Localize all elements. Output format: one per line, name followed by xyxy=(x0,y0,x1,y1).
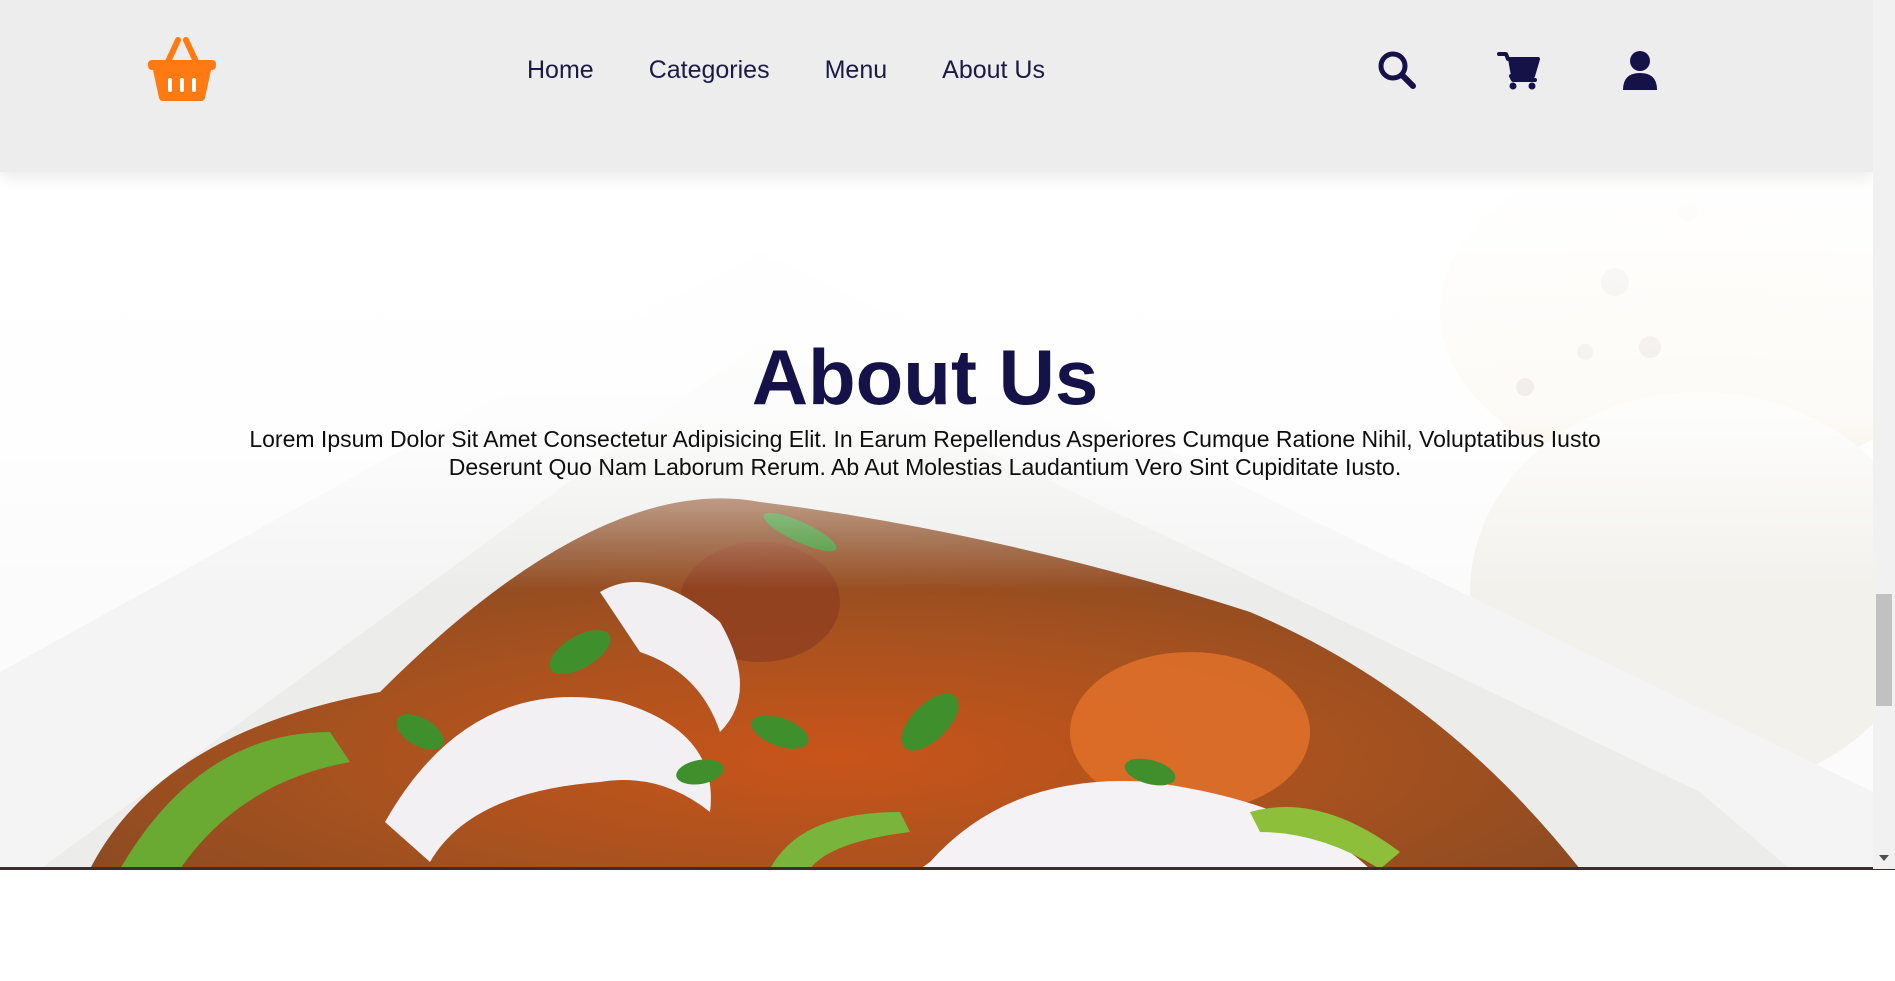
about-hero: About Us Lorem Ipsum Dolor Sit Amet Cons… xyxy=(0,172,1873,869)
logo[interactable] xyxy=(146,36,218,102)
nav-home[interactable]: Home xyxy=(527,52,594,88)
site-header: Home Categories Menu About Us xyxy=(0,0,1873,172)
search-icon xyxy=(1378,51,1416,89)
user-button[interactable] xyxy=(1616,46,1664,94)
page-scrollbar[interactable] xyxy=(1873,0,1895,869)
shopping-basket-icon xyxy=(148,37,216,101)
about-description: Lorem Ipsum Dolor Sit Amet Consectetur A… xyxy=(249,426,1601,480)
nav-about-us[interactable]: About Us xyxy=(942,52,1045,88)
page: Home Categories Menu About Us About Us L… xyxy=(0,0,1895,981)
page-title: About Us xyxy=(751,333,1099,421)
scroll-down-arrow-icon[interactable] xyxy=(1873,851,1895,865)
cart-icon xyxy=(1497,52,1540,90)
main-nav: Home Categories Menu About Us xyxy=(527,52,1045,88)
nav-categories[interactable]: Categories xyxy=(649,52,770,88)
food-background-image xyxy=(0,172,1873,869)
nav-menu[interactable]: Menu xyxy=(825,52,888,88)
search-button[interactable] xyxy=(1373,46,1421,94)
cart-button[interactable] xyxy=(1495,46,1543,94)
scrollbar-thumb[interactable] xyxy=(1876,594,1892,706)
user-icon xyxy=(1623,51,1657,90)
section-divider xyxy=(0,867,1895,870)
